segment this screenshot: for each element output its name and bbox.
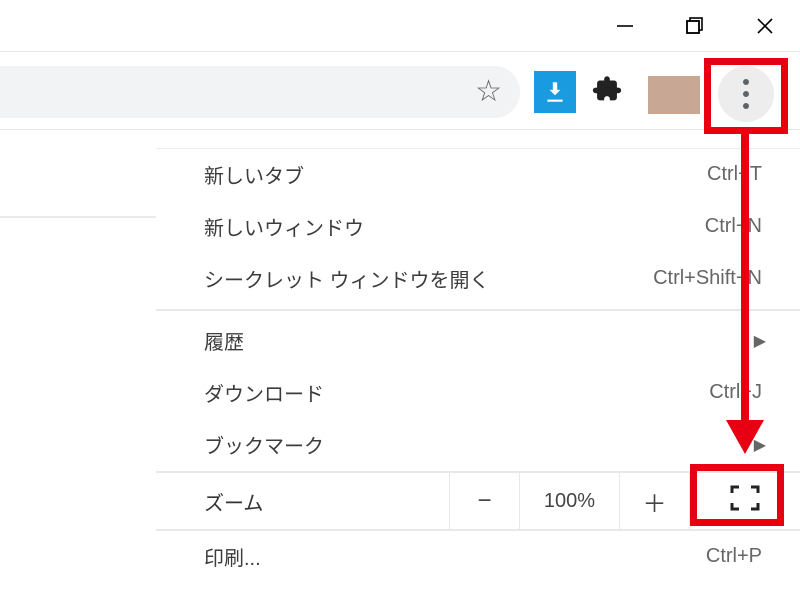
chevron-right-icon: ▶	[754, 331, 800, 351]
fullscreen-icon	[730, 485, 760, 518]
minimize-icon	[615, 16, 635, 36]
menu-shortcut: Ctrl+Shift+N	[653, 267, 800, 290]
extension-icons	[534, 66, 624, 118]
chevron-right-icon: ▶	[754, 435, 800, 455]
profile-avatar[interactable]	[648, 76, 700, 114]
divider	[0, 216, 156, 218]
maximize-button[interactable]	[660, 0, 730, 52]
zoom-out-button[interactable]: −	[450, 473, 520, 529]
menu-item-zoom: ズーム − 100% ＋	[156, 471, 800, 531]
menu-label: 印刷...	[156, 542, 261, 571]
menu-shortcut: Ctrl+P	[706, 545, 800, 568]
menu-item-history[interactable]: 履歴 ▶	[156, 315, 800, 367]
menu-item-new-tab[interactable]: 新しいタブ Ctrl+T	[156, 149, 800, 201]
zoom-in-button[interactable]: ＋	[620, 473, 690, 529]
puzzle-icon	[590, 72, 624, 106]
menu-label: 新しいウィンドウ	[156, 212, 364, 241]
menu-label: ブックマーク	[156, 430, 324, 459]
menu-shortcut: Ctrl+J	[709, 381, 800, 404]
menu-item-downloads[interactable]: ダウンロード Ctrl+J	[156, 367, 800, 419]
zoom-label: ズーム	[156, 473, 450, 529]
browser-toolbar: ☆	[0, 52, 800, 130]
menu-label: 履歴	[156, 326, 244, 355]
download-extension-icon[interactable]	[534, 71, 576, 113]
zoom-value: 100%	[520, 473, 620, 529]
vertical-dots-icon	[742, 77, 750, 111]
menu-separator	[156, 309, 800, 311]
menu-shortcut: Ctrl+T	[707, 163, 800, 186]
fullscreen-button[interactable]	[690, 473, 800, 529]
menu-item-new-window[interactable]: 新しいウィンドウ Ctrl+N	[156, 201, 800, 253]
more-menu-button[interactable]	[718, 66, 774, 122]
maximize-icon	[685, 16, 705, 36]
address-bar[interactable]: ☆	[0, 66, 520, 118]
chrome-main-menu: 新しいタブ Ctrl+T 新しいウィンドウ Ctrl+N シークレット ウィンド…	[156, 148, 800, 583]
menu-label: ダウンロード	[156, 378, 324, 407]
close-icon	[755, 16, 775, 36]
menu-shortcut: Ctrl+N	[705, 215, 800, 238]
menu-item-incognito[interactable]: シークレット ウィンドウを開く Ctrl+Shift+N	[156, 253, 800, 305]
close-button[interactable]	[730, 0, 800, 52]
download-arrow-icon	[542, 79, 568, 105]
menu-label: 新しいタブ	[156, 160, 304, 189]
window-controls	[0, 0, 800, 52]
minimize-button[interactable]	[590, 0, 660, 52]
menu-item-print[interactable]: 印刷... Ctrl+P	[156, 531, 800, 583]
menu-item-bookmarks[interactable]: ブックマーク ▶	[156, 419, 800, 471]
menu-label: シークレット ウィンドウを開く	[156, 264, 490, 293]
extensions-icon[interactable]	[590, 72, 624, 112]
bookmark-star-icon[interactable]: ☆	[475, 77, 502, 107]
